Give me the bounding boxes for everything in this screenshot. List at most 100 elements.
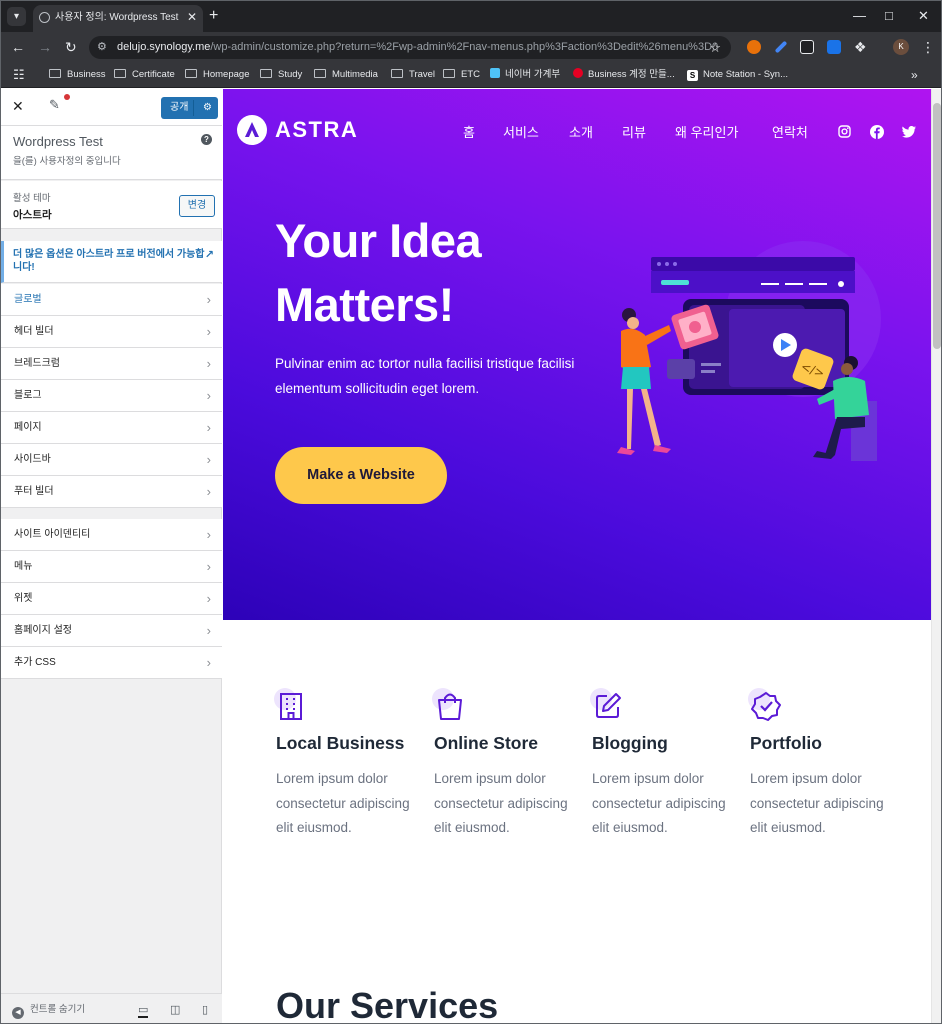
back-icon[interactable]: ← [11,38,25,56]
building-icon [274,688,308,722]
scrollbar-thumb[interactable] [933,103,941,349]
hero-section: ASTRA 홈 서비스 소개 리뷰 왜 우리인가 연락처 Your Idea M… [223,89,931,620]
extension-icon[interactable] [800,40,814,54]
feature-text: Lorem ipsum dolor consectetur adipiscing… [276,771,410,835]
desktop-preview-icon[interactable]: ▭ [138,1003,149,1018]
folder-icon [391,69,403,78]
facebook-icon[interactable] [870,125,884,144]
pen-extension-icon[interactable] [774,40,788,54]
bookmark-homepage[interactable]: Homepage [185,62,249,88]
nav-services[interactable]: 서비스 [503,122,539,141]
folder-icon [443,69,455,78]
logo-text: ASTRA [275,117,359,142]
forward-icon[interactable]: → [38,38,52,56]
chevron-right-icon: › [206,484,211,499]
feature-title: Portfolio [750,733,822,753]
bookmark-multimedia[interactable]: Multimedia [314,62,378,88]
section-widgets[interactable]: 위젯 › [1,583,222,615]
chevron-right-icon: › [206,655,211,670]
apps-icon[interactable]: ☷ [13,62,25,88]
maximize-icon[interactable]: □ [885,8,893,23]
puzzle-icon[interactable]: ❖ [854,38,867,56]
section-breadcrumb[interactable]: 브레드크럼 › [1,348,222,380]
address-bar[interactable]: ⚙ delujo.synology.me/wp-admin/customize.… [89,36,731,59]
external-link-icon: ↗ [204,249,214,261]
bookmark-study[interactable]: Study [260,62,302,88]
feature-text: Lorem ipsum dolor consectetur adipiscing… [434,771,568,835]
chevron-right-icon: › [206,527,211,542]
bookmarks-bar: ☷ Business Certificate Homepage Study Mu… [1,62,941,88]
chevron-right-icon: › [206,356,211,371]
section-page[interactable]: 페이지 › [1,412,222,444]
customizer-footer: ◀ 컨트롤 숨기기 ▭ ◫ ▯ [1,993,222,1023]
collapse-icon: ◀ [12,1007,24,1019]
bookmark-pinterest[interactable]: Business 계정 만들... [573,62,675,88]
feature-card: Online Store Lorem ipsum dolor consectet… [432,688,574,841]
tab-title: 사용자 정의: Wordpress Test [55,12,179,23]
nav-reviews[interactable]: 리뷰 [622,122,646,141]
bookmark-travel[interactable]: Travel [391,62,435,88]
twitter-icon[interactable] [902,125,916,143]
mobile-preview-icon[interactable]: ▯ [202,1003,208,1016]
section-header-builder[interactable]: 헤더 빌더 › [1,316,222,348]
minimize-icon[interactable]: — [853,8,866,23]
gear-icon[interactable]: ⚙ [203,97,212,119]
close-icon[interactable]: ✕ [12,98,24,115]
url-path: /wp-admin/customize.php?return=%2Fwp-adm… [210,41,719,53]
close-tab-icon[interactable]: ✕ [187,5,197,30]
chevron-right-icon: › [206,452,211,467]
features-section: Local Business Lorem ipsum dolor consect… [223,620,931,1023]
section-menus[interactable]: 메뉴 › [1,551,222,583]
bookmark-etc[interactable]: ETC [443,62,480,88]
hero-title-line-2: Matters! [275,278,454,331]
nav-why-us[interactable]: 왜 우리인가 [675,122,738,141]
nav-contact[interactable]: 연락처 [772,122,808,141]
tab-search-icon[interactable]: ▾ [7,7,26,26]
new-tab-icon[interactable]: + [209,6,218,26]
hero-title: Your Idea Matters! [275,209,482,337]
section-blog[interactable]: 블로그 › [1,380,222,412]
bookmark-business[interactable]: Business [49,62,106,88]
pro-upsell-link[interactable]: 더 많은 옵션은 아스트라 프로 버전에서 가능합니다! ↗ [1,241,222,283]
publish-button[interactable]: 공개 ⚙ [161,97,218,119]
bookmark-note-station[interactable]: S Note Station - Syn... [687,62,788,88]
section-homepage-settings[interactable]: 홈페이지 설정 › [1,615,222,647]
active-tab[interactable]: 사용자 정의: Wordpress Test ✕ [33,5,203,32]
tablet-preview-icon[interactable]: ◫ [170,1003,180,1016]
hide-controls-button[interactable]: ◀ 컨트롤 숨기기 [12,994,85,1023]
bookmark-naver[interactable]: 네이버 가계부 [490,62,560,88]
bookmark-certificate[interactable]: Certificate [114,62,175,88]
instagram-icon[interactable] [838,125,851,143]
badge-check-icon [748,688,782,722]
section-additional-css[interactable]: 추가 CSS › [1,647,222,679]
site-info-icon[interactable]: ⚙ [97,36,107,59]
extension-icon[interactable] [827,40,841,54]
menu-dots-icon[interactable]: ⋮ [921,38,935,56]
avatar[interactable]: K [893,39,909,55]
section-site-identity[interactable]: 사이트 아이덴티티 › [1,519,222,551]
chevron-right-icon: › [206,324,211,339]
section-global[interactable]: 글로벌 › [1,284,222,316]
window-close-icon[interactable]: ✕ [918,8,929,23]
folder-icon [185,69,197,78]
shopping-bag-icon [432,688,466,722]
browser-window: ▾ 사용자 정의: Wordpress Test ✕ + — □ ✕ ← → ↻… [0,0,942,1024]
feature-title: Blogging [592,733,668,753]
make-website-button[interactable]: Make a Website [275,447,447,504]
more-bookmarks-icon[interactable]: » [911,62,918,88]
bookmark-star-icon[interactable]: ☆ [709,36,721,59]
browser-toolbar: ← → ↻ ⚙ delujo.synology.me/wp-admin/cust… [1,32,941,62]
section-sidebar[interactable]: 사이드바 › [1,444,222,476]
reload-icon[interactable]: ↻ [65,38,77,56]
section-footer-builder[interactable]: 푸터 빌더 › [1,476,222,508]
nav-about[interactable]: 소개 [569,122,593,141]
chevron-right-icon: › [206,420,211,435]
s-icon: S [687,70,698,81]
change-theme-button[interactable]: 변경 [179,195,215,217]
help-icon[interactable]: ? [201,134,212,145]
brush-icon[interactable]: ✎ [49,97,60,113]
extension-icon[interactable] [747,40,761,54]
nav-home[interactable]: 홈 [463,122,475,141]
hero-description: Pulvinar enim ac tortor nulla facilisi t… [275,352,575,401]
active-theme: 활성 테마 아스트라 변경 [1,181,222,229]
